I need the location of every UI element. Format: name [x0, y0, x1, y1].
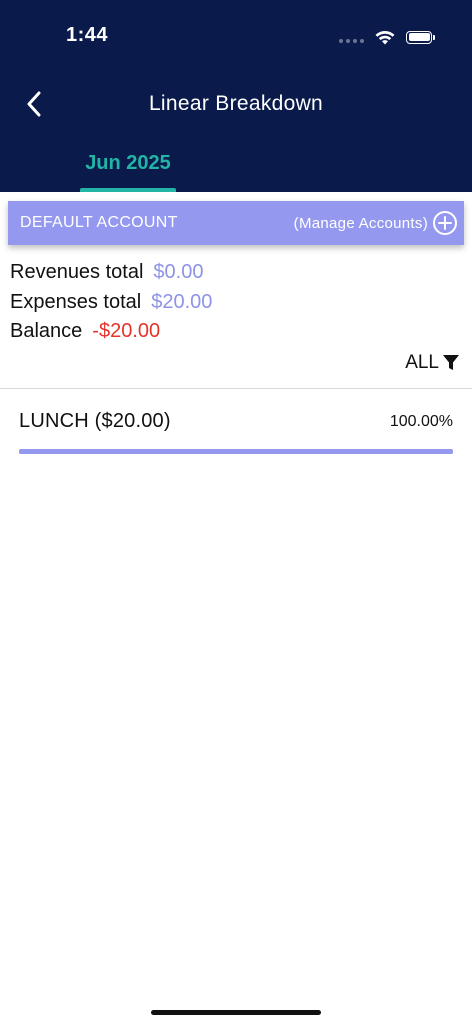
expenses-label: Expenses total	[10, 290, 142, 313]
home-indicator[interactable]	[151, 1010, 321, 1015]
revenues-label: Revenues total	[10, 261, 144, 284]
balance-row: Balance -$20.00	[10, 317, 212, 347]
breakdown-item-bar-fill	[19, 449, 453, 454]
breakdown-item-bar	[19, 449, 453, 454]
cellular-signal-icon	[339, 38, 364, 43]
app-header: 1:44 Linear Breakdown Jun 2025	[0, 0, 472, 192]
balance-label: Balance	[10, 320, 83, 343]
filter-icon	[443, 355, 459, 370]
tab-active-indicator	[80, 188, 176, 192]
breakdown-item-percent: 100.00%	[389, 413, 453, 430]
wifi-icon	[375, 30, 395, 44]
manage-accounts-button[interactable]: (Manage Accounts)	[294, 210, 458, 236]
revenues-value: $0.00	[153, 261, 204, 284]
filter-label: ALL	[405, 352, 439, 373]
battery-icon	[406, 30, 435, 44]
divider	[0, 388, 472, 389]
breakdown-item-label: LUNCH ($20.00)	[19, 410, 171, 432]
filter-button[interactable]: ALL	[405, 352, 460, 374]
account-selector[interactable]: DEFAULT ACCOUNT (Manage Accounts)	[8, 201, 464, 245]
breakdown-item[interactable]: LUNCH ($20.00) 100.00%	[19, 406, 453, 456]
expenses-row: Expenses total $20.00	[10, 288, 212, 318]
balance-value: -$20.00	[92, 320, 161, 343]
manage-accounts-label: (Manage Accounts)	[293, 214, 428, 232]
revenues-row: Revenues total $0.00	[10, 258, 212, 288]
status-icons	[339, 27, 435, 47]
totals-summary: Revenues total $0.00 Expenses total $20.…	[10, 258, 212, 347]
status-time: 1:44	[66, 24, 109, 46]
expenses-value: $20.00	[151, 290, 213, 313]
account-name: DEFAULT ACCOUNT	[20, 214, 178, 231]
plus-circle-icon	[433, 211, 457, 235]
page-title: Linear Breakdown	[148, 92, 324, 115]
tab-month[interactable]: Jun 2025	[80, 152, 176, 175]
